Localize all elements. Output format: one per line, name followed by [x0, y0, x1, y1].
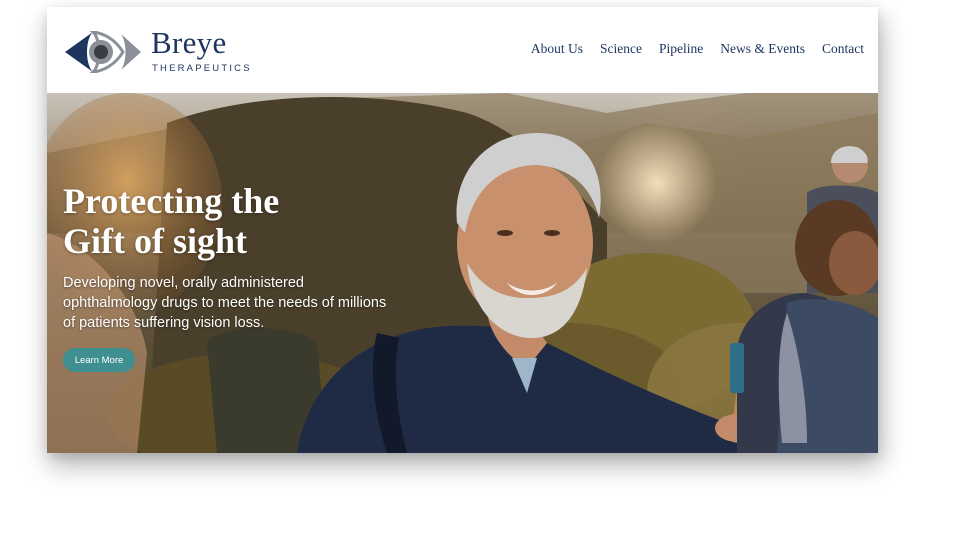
hero-headline-line-2: Gift of sight [63, 221, 247, 261]
hero-banner: Protecting the Gift of sight Developing … [47, 93, 878, 453]
eye-logo-icon [65, 31, 141, 73]
nav-item-news-events[interactable]: News & Events [720, 41, 805, 57]
nav-item-about-us[interactable]: About Us [531, 41, 583, 57]
brand-name: Breye [151, 25, 227, 60]
brand-logo[interactable]: Breye THERAPEUTICS [63, 25, 250, 77]
main-nav: About Us Science Pipeline News & Events … [531, 41, 864, 57]
browser-page: Breye THERAPEUTICS About Us Science Pipe… [47, 7, 878, 453]
site-header: Breye THERAPEUTICS About Us Science Pipe… [47, 7, 878, 93]
hero-headline: Protecting the Gift of sight [63, 181, 393, 261]
brand-tagline: THERAPEUTICS [152, 63, 252, 74]
hero-headline-line-1: Protecting the [63, 181, 280, 221]
hero-subtext: Developing novel, orally administered op… [63, 275, 387, 331]
learn-more-button[interactable]: Learn More [63, 348, 135, 372]
hero-text-block: Protecting the Gift of sight Developing … [63, 181, 393, 333]
nav-item-pipeline[interactable]: Pipeline [659, 41, 703, 57]
nav-item-science[interactable]: Science [600, 41, 642, 57]
nav-item-contact[interactable]: Contact [822, 41, 864, 57]
